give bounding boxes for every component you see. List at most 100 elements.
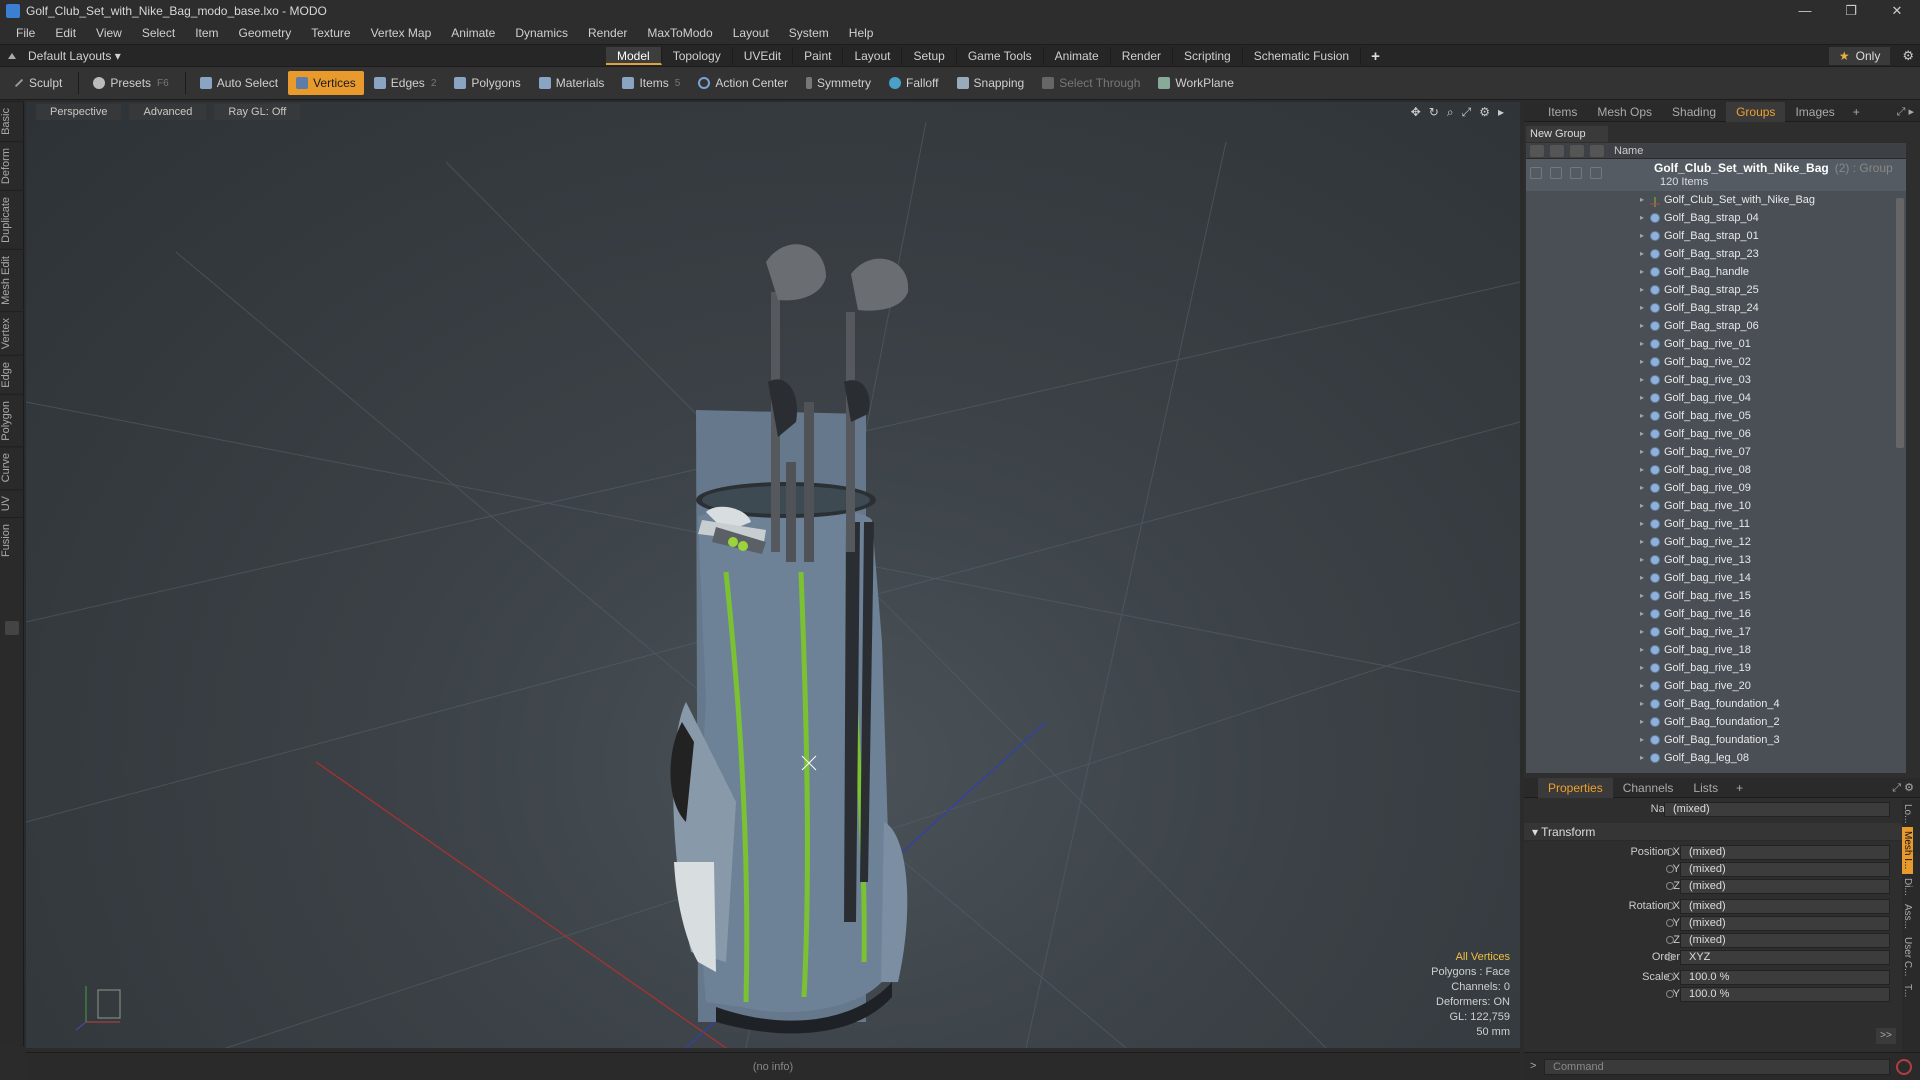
expand-triangle-icon[interactable]: ▸ <box>1640 407 1644 425</box>
expand-triangle-icon[interactable]: ▸ <box>1640 425 1644 443</box>
left-tab-basic[interactable]: Basic <box>0 101 24 141</box>
group-item-row[interactable]: ▸ Golf_Bag_strap_24 <box>1526 299 1906 317</box>
tab-scripting[interactable]: Scripting <box>1173 47 1243 65</box>
polygons-button[interactable]: Polygons <box>446 71 528 95</box>
group-item-row[interactable]: ▸ Golf_Bag_foundation_2 <box>1526 713 1906 731</box>
lock-icon[interactable] <box>1570 144 1584 157</box>
side-tab-mesh[interactable]: Mesh I... <box>1902 827 1913 874</box>
select-through-button[interactable]: Select Through <box>1034 71 1148 95</box>
expand-triangle-icon[interactable]: ▸ <box>1640 461 1644 479</box>
tab-items[interactable]: Items <box>1538 102 1587 122</box>
groups-scrollbar[interactable] <box>1896 198 1904 448</box>
order-keyframe-icon[interactable] <box>1666 953 1674 961</box>
left-tab-deform[interactable]: Deform <box>0 140 24 190</box>
menu-view[interactable]: View <box>86 26 132 40</box>
pan-icon[interactable]: ✥ <box>1411 105 1421 120</box>
expand-triangle-icon[interactable]: ▸ <box>1640 587 1644 605</box>
tab-game-tools[interactable]: Game Tools <box>957 47 1044 65</box>
group-item-row[interactable]: ▸ Golf_Bag_foundation_3 <box>1526 731 1906 749</box>
add-props-tab-button[interactable]: + <box>1728 781 1751 795</box>
expand-triangle-icon[interactable]: ▸ <box>1640 677 1644 695</box>
render-icon[interactable] <box>1550 144 1564 157</box>
minimize-button[interactable]: — <box>1782 0 1828 22</box>
menu-vertex-map[interactable]: Vertex Map <box>361 26 442 40</box>
viewport-menu-icon[interactable]: ▸ <box>1498 105 1504 120</box>
tab-uvedit[interactable]: UVEdit <box>733 47 794 65</box>
eye-toggle[interactable] <box>1530 167 1542 179</box>
tab-layout[interactable]: Layout <box>843 47 903 65</box>
new-group-button[interactable]: New Group <box>1526 126 1608 142</box>
group-item-row[interactable]: ▸ Golf_Bag_leg_08 <box>1526 749 1906 767</box>
expand-triangle-icon[interactable]: ▸ <box>1640 245 1644 263</box>
expand-triangle-icon[interactable]: ▸ <box>1640 443 1644 461</box>
advanced-button[interactable]: Advanced <box>129 104 207 120</box>
tab-model[interactable]: Model <box>606 47 662 65</box>
group-item-row[interactable]: ▸ Golf_bag_rive_15 <box>1526 587 1906 605</box>
menu-system[interactable]: System <box>779 26 839 40</box>
command-input[interactable] <box>1544 1059 1890 1075</box>
menu-dynamics[interactable]: Dynamics <box>505 26 578 40</box>
menu-geometry[interactable]: Geometry <box>229 26 302 40</box>
items-button[interactable]: Items 5 <box>614 71 688 95</box>
group-item-row[interactable]: ▸ Golf_bag_rive_06 <box>1526 425 1906 443</box>
props-expand-icon[interactable]: ⤢ ⚙ <box>1892 781 1914 795</box>
only-button[interactable]: ★ Only <box>1828 47 1891 65</box>
scene-render[interactable] <box>26 102 1520 1048</box>
expand-triangle-icon[interactable]: ▸ <box>1640 731 1644 749</box>
group-item-row[interactable]: ▸ Golf_Bag_strap_25 <box>1526 281 1906 299</box>
panel-expand-icon[interactable]: ⤢ ▸ <box>1897 105 1914 119</box>
tab-channels[interactable]: Channels <box>1613 778 1684 798</box>
gear-icon[interactable]: ⚙ <box>1902 48 1914 64</box>
rotation-y-keyframe-icon[interactable] <box>1666 919 1674 927</box>
rotate-icon[interactable]: ↻ <box>1429 105 1439 120</box>
collapse-up-icon[interactable] <box>8 52 16 59</box>
expand-triangle-icon[interactable]: ▸ <box>1640 497 1644 515</box>
more-properties-button[interactable]: >> <box>1876 1028 1896 1044</box>
position-y-keyframe-icon[interactable] <box>1666 865 1674 873</box>
name-column-header[interactable]: Name <box>1610 145 1643 157</box>
tab-topology[interactable]: Topology <box>662 47 733 65</box>
menu-texture[interactable]: Texture <box>301 26 360 40</box>
auto-select-button[interactable]: Auto Select <box>192 71 286 95</box>
group-item-row[interactable]: ▸ Golf_bag_rive_18 <box>1526 641 1906 659</box>
menu-file[interactable]: File <box>6 26 45 40</box>
rotation-y-field[interactable]: (mixed) <box>1680 916 1890 931</box>
group-item-row[interactable]: ▸ Golf_bag_rive_03 <box>1526 371 1906 389</box>
group-item-row[interactable]: ▸ Golf_bag_rive_07 <box>1526 443 1906 461</box>
group-item-row[interactable]: ▸ Golf_Bag_strap_06 <box>1526 317 1906 335</box>
tab-images[interactable]: Images <box>1785 102 1844 122</box>
expand-triangle-icon[interactable]: ▸ <box>1640 533 1644 551</box>
tab-paint[interactable]: Paint <box>793 47 844 65</box>
sculpt-button[interactable]: Sculpt <box>6 71 70 95</box>
tab-lists[interactable]: Lists <box>1683 778 1728 798</box>
position-x-field[interactable]: (mixed) <box>1680 845 1890 860</box>
group-item-row[interactable]: ▸ Golf_bag_rive_14 <box>1526 569 1906 587</box>
layout-selector[interactable]: Default Layouts ▾ <box>8 49 121 63</box>
side-tab-user[interactable]: User C... <box>1902 933 1913 980</box>
expand-triangle-icon[interactable]: ▸ <box>1640 641 1644 659</box>
group-item-row[interactable]: ▸ Golf_Bag_strap_01 <box>1526 227 1906 245</box>
group-item-row[interactable]: ▸ Golf_bag_rive_08 <box>1526 461 1906 479</box>
position-x-keyframe-icon[interactable] <box>1666 848 1674 856</box>
zoom-icon[interactable]: ⌕ <box>1447 105 1454 120</box>
scale-x-keyframe-icon[interactable] <box>1666 973 1674 981</box>
expand-triangle-icon[interactable]: ▸ <box>1640 389 1644 407</box>
group-item-row[interactable]: ▸ Golf_bag_rive_02 <box>1526 353 1906 371</box>
menu-select[interactable]: Select <box>132 26 185 40</box>
fit-icon[interactable]: ⤢ <box>1462 105 1472 120</box>
rotation-x-keyframe-icon[interactable] <box>1666 902 1674 910</box>
scale-y-keyframe-icon[interactable] <box>1666 990 1674 998</box>
expand-triangle-icon[interactable]: ▸ <box>1640 749 1644 767</box>
menu-help[interactable]: Help <box>839 26 884 40</box>
expand-triangle-icon[interactable]: ▸ <box>1640 371 1644 389</box>
menu-render[interactable]: Render <box>578 26 637 40</box>
expand-triangle-icon[interactable]: ▸ <box>1640 353 1644 371</box>
expand-triangle-icon[interactable]: ▸ <box>1640 515 1644 533</box>
tab-animate[interactable]: Animate <box>1044 47 1111 65</box>
materials-button[interactable]: Materials <box>531 71 613 95</box>
group-item-row[interactable]: ▸ Golf_bag_rive_19 <box>1526 659 1906 677</box>
menu-edit[interactable]: Edit <box>45 26 86 40</box>
close-button[interactable]: ✕ <box>1874 0 1920 22</box>
expand-triangle-icon[interactable]: ▸ <box>1640 191 1644 209</box>
name-field[interactable]: (mixed) <box>1664 802 1890 817</box>
